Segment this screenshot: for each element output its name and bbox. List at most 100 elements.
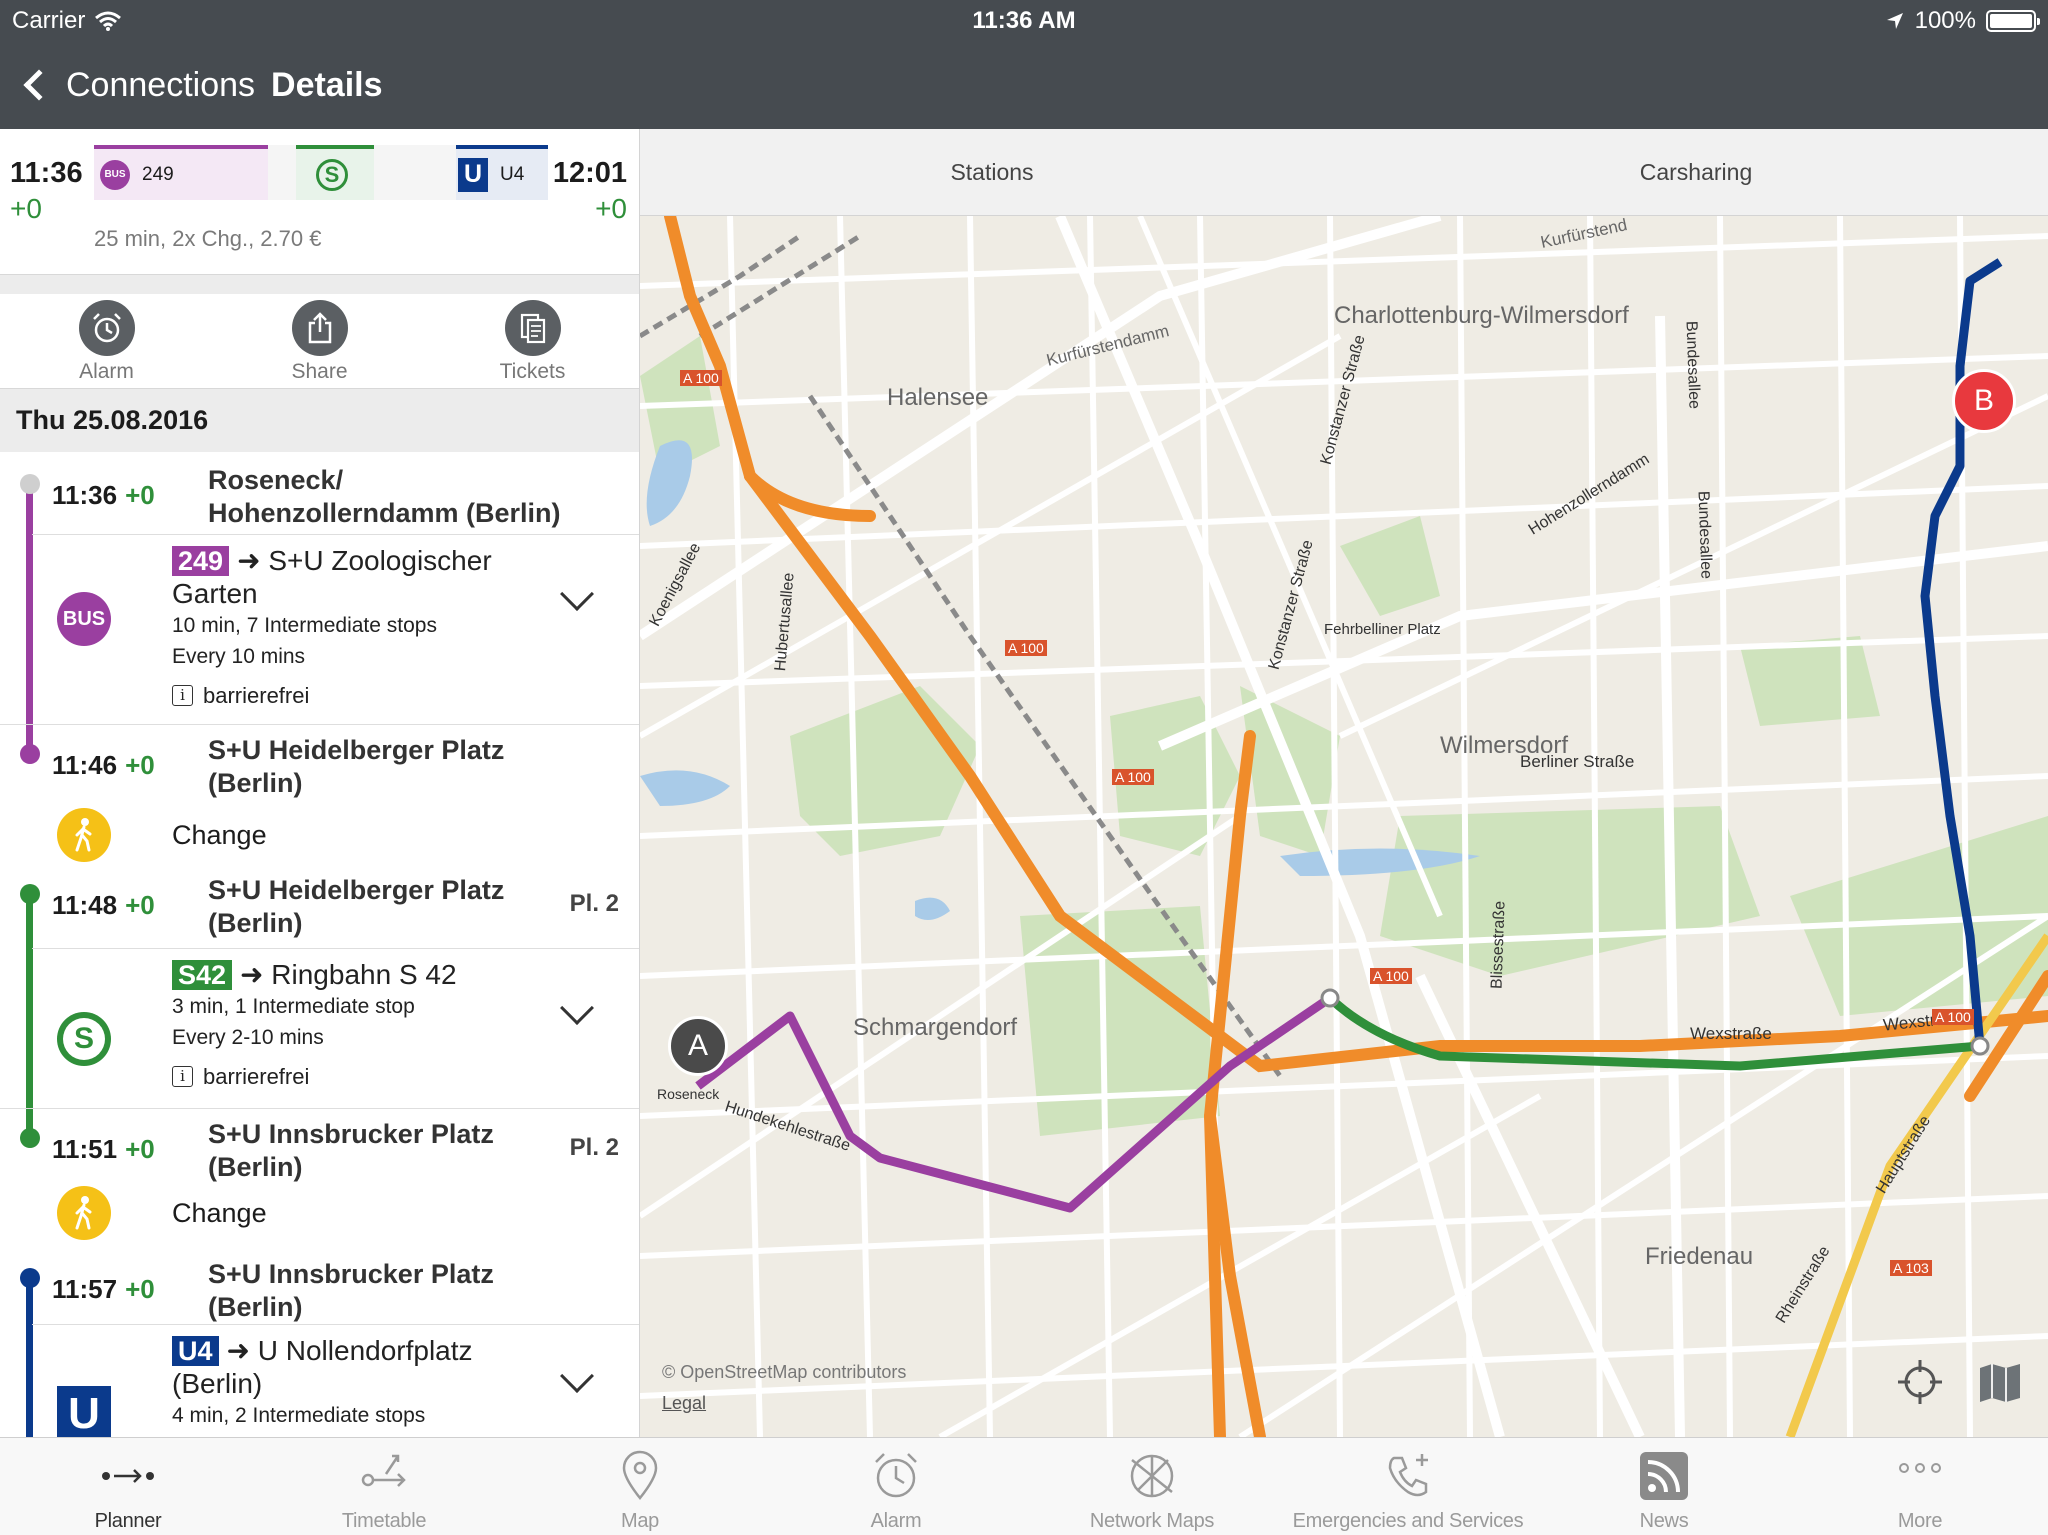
share-label: Share [291,360,348,383]
tab-label: Network Maps [1089,1510,1215,1532]
leg-details-ubahn[interactable]: U4 ➜ U Nollendorfplatz (Berlin) 4 min, 2 … [172,1334,552,1431]
leg-duration: 3 min, 1 Intermediate stop [172,995,415,1018]
chevron-down-icon[interactable] [560,991,594,1025]
stop-time-value: 11:46 [52,750,118,780]
stop-delay: +0 [125,1134,155,1164]
connection-summary[interactable]: 11:36 +0 BUS 249 S U U4 12:01 +0 25 min,… [0,129,639,274]
map-layers-button[interactable] [1976,1358,2024,1406]
row-divider [0,1108,639,1109]
stop-delay: +0 [125,1274,155,1304]
tab-map[interactable]: Map [512,1438,768,1535]
route-start-marker[interactable]: A [668,1016,728,1076]
map-label-place: Roseneck [657,1086,720,1102]
segment-carsharing[interactable]: Carsharing [1344,129,2048,215]
direction-arrow: ➜ [226,1335,250,1366]
tab-news[interactable]: News [1536,1438,1792,1535]
back-button[interactable]: Connections [22,66,255,105]
tab-more[interactable]: More [1792,1438,2048,1535]
stop-node [20,1128,40,1148]
tickets-button[interactable]: Tickets [426,294,639,388]
map-segment-bar: Stations Carsharing [640,129,2048,216]
carrier-label: Carrier [12,7,86,34]
stop-name[interactable]: S+U Heidelberger Platz (Berlin) [208,874,568,940]
stop-name[interactable]: S+U Heidelberger Platz (Berlin) [208,734,568,800]
more-icon [1899,1463,1941,1473]
alarm-clock-icon [875,1453,917,1498]
leg-frequency: Every 2-10 mins [172,1026,324,1049]
leg-direction: Ringbahn S 42 [271,959,457,990]
line-badge: U4 [172,1336,219,1366]
stop-name[interactable]: S+U Innsbrucker Platz (Berlin) [208,1258,568,1324]
chevron-left-icon [23,69,55,101]
tab-network-maps[interactable]: Network Maps [1024,1438,1280,1535]
chevron-down-icon[interactable] [560,577,594,611]
battery-label: 100% [1914,7,1976,34]
map-label-autobahn: A 100 [1112,769,1154,785]
stop-time: 11:51 +0 [52,1134,155,1165]
tab-emergencies-services[interactable]: Emergencies and Services [1280,1438,1536,1535]
planner-icon [102,1469,154,1483]
stop-delay: +0 [125,750,155,780]
summary-leg-sbahn: S [296,145,374,200]
map-legal-link[interactable]: Legal [662,1393,706,1414]
stop-name[interactable]: S+U Innsbrucker Platz (Berlin) [208,1118,568,1184]
route-map[interactable]: Charlottenburg-Wilmersdorf Halensee Kurf… [640,216,2048,1437]
accessibility-label: barrierefrei [203,683,310,708]
stop-time-value: 11:51 [52,1134,118,1164]
share-button[interactable]: Share [213,294,426,388]
map-label-autobahn: A 103 [1890,1260,1932,1276]
stop-time: 11:36 +0 [52,480,155,511]
summary-leg-ubahn: U U4 [456,145,548,200]
platform-label: Pl. 2 [569,890,619,917]
battery-fill [1990,14,2032,28]
stop-time: 11:57 +0 [52,1274,155,1305]
map-label-street: Berliner Straße [1520,752,1635,771]
map-label-street: Blissestraße [1488,900,1509,990]
chevron-down-icon[interactable] [560,1359,594,1393]
tab-label: News [1639,1510,1689,1532]
bus-icon-label: BUS [62,607,106,630]
route-end-marker[interactable]: B [1952,369,2016,433]
leg-details-sbahn[interactable]: S42 ➜ Ringbahn S 42 3 min, 1 Intermediate… [172,958,552,1092]
carrier-group: Carrier [12,7,122,35]
map-label-street: Wexstraße [1690,1024,1772,1043]
tab-label: More [1897,1510,1943,1532]
stop-node [20,474,40,494]
wifi-icon [95,11,122,31]
leg-frequency: Every 10 mins [172,645,306,668]
tab-alarm[interactable]: Alarm [768,1438,1024,1535]
back-label: Connections [66,65,256,104]
stop-time: 11:46 +0 [52,750,155,781]
date-header: Thu 25.08.2016 [0,389,639,452]
stop-time-value: 11:48 [52,890,118,920]
leg-duration: 10 min, 7 Intermediate stops [172,614,437,637]
row-divider [32,534,639,535]
tab-planner[interactable]: Planner [0,1438,256,1535]
route-line-sbahn [26,897,33,1142]
route-change-point [1970,1036,1990,1056]
action-bar: Alarm Share Tickets [0,294,639,389]
walking-icon [57,1186,111,1240]
tab-label: Alarm [870,1510,922,1532]
locate-me-button[interactable] [1896,1358,1944,1406]
alarm-clock-icon [78,300,135,356]
ubahn-icon-label: U [68,1389,100,1437]
stop-node [20,744,40,764]
walking-icon [57,808,111,862]
leg-details-bus[interactable]: 249 ➜ S+U Zoologischer Garten 10 min, 7 I… [172,544,552,711]
sbahn-icon-inner: S [63,1018,105,1060]
map-label-street: Bundesallee [1682,320,1703,410]
nav-bar: Connections Details [0,50,383,120]
tab-label: Timetable [341,1510,427,1532]
summary-arrival-delay: +0 [595,193,627,224]
status-bar: Carrier 11:36 AM 100% [0,0,2048,40]
summary-departure-time: 11:36 [10,157,83,189]
tab-timetable[interactable]: Timetable [256,1438,512,1535]
location-arrow-icon [1886,13,1903,29]
bus-icon: BUS [57,592,111,646]
stop-name[interactable]: Roseneck/ Hohenzollerndamm (Berlin) [208,464,568,530]
segment-stations[interactable]: Stations [640,129,1344,215]
summary-leg-gap [268,145,296,200]
alarm-button[interactable]: Alarm [0,294,213,388]
map-label-autobahn: A 100 [1932,1009,1974,1025]
